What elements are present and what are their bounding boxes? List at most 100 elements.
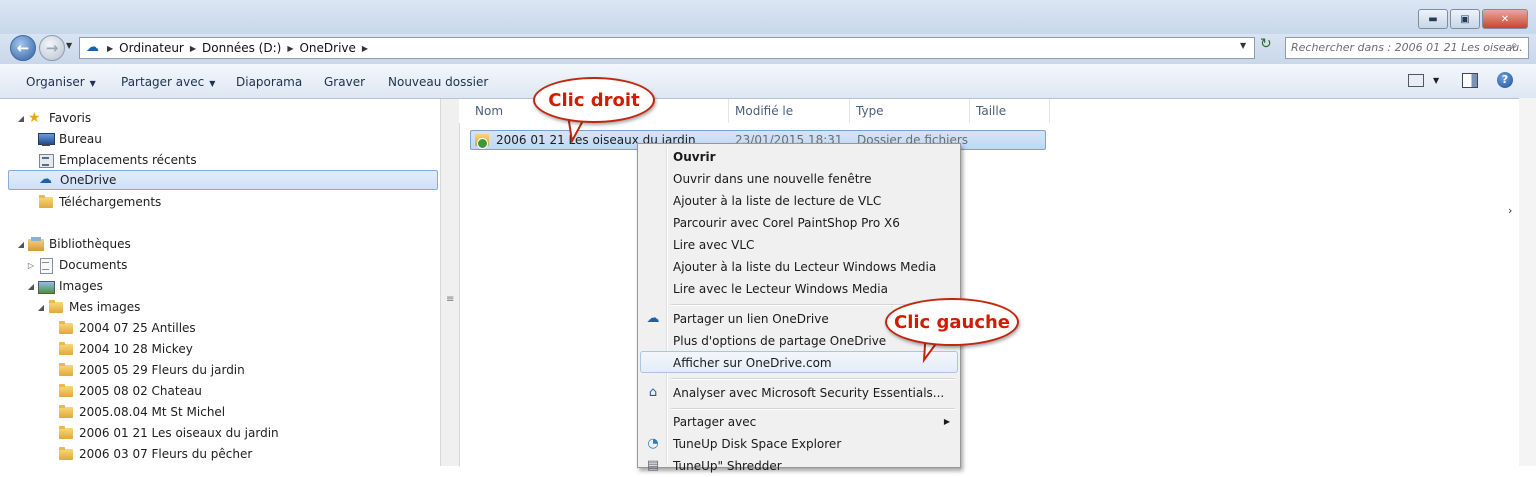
tree-folder[interactable]: 2005 08 02 Chateau [58, 381, 202, 401]
onedrive-icon: ☁ [39, 172, 52, 187]
command-bar: Organiser ▼ Partager avec ▼ Diaporama Grav… [0, 64, 1536, 99]
menu-item-vlc-liste[interactable]: Ajouter à la liste de lecture de VLC [640, 190, 958, 212]
menu-item-analyser-mse[interactable]: ⌂ Analyser avec Microsoft Security Essen… [640, 382, 958, 404]
tree-folder[interactable]: 2006 03 07 Fleurs du pêcher [58, 444, 252, 464]
menu-item-afficher-onedrive[interactable]: Afficher sur OneDrive.com [640, 351, 958, 373]
recent-places-icon [38, 153, 54, 168]
expand-arrow-icon[interactable]: ▷ [26, 261, 36, 270]
view-dropdown-icon[interactable]: ▼ [1433, 76, 1439, 85]
tree-telechargements[interactable]: Téléchargements [38, 192, 161, 212]
shredder-icon: ▤ [646, 458, 660, 473]
address-dropdown[interactable]: ▼ [1240, 41, 1246, 50]
menu-separator [671, 408, 955, 410]
folder-icon [58, 426, 74, 440]
chevron-down-icon: ▼ [209, 79, 216, 88]
breadcrumb-donnees[interactable]: Données (D:) [202, 41, 281, 55]
chevron-right-icon: ▶ [107, 43, 114, 53]
callout-clic-droit: Clic droit [533, 77, 655, 123]
pictures-icon [38, 279, 55, 294]
folder-icon [58, 321, 74, 335]
organiser-button[interactable]: Organiser ▼ [26, 75, 96, 89]
submenu-arrow-icon: ▶ [943, 417, 950, 426]
menu-item-corel[interactable]: Parcourir avec Corel PaintShop Pro X6 [640, 212, 958, 234]
collapse-arrow-icon[interactable]: ◢ [26, 282, 36, 291]
breadcrumb-ordinateur[interactable]: Ordinateur [119, 41, 184, 55]
recent-pages-dropdown[interactable]: ▼ [66, 41, 72, 50]
column-header-type[interactable]: Type [850, 99, 970, 123]
forward-arrow-icon: → [45, 39, 59, 57]
search-input[interactable] [1286, 38, 1528, 56]
tuneup-explorer-icon: ◔ [647, 436, 659, 451]
menu-item-lire-wmp[interactable]: Lire avec le Lecteur Windows Media [640, 278, 958, 300]
splitter-grip-icon[interactable]: ≡ [446, 294, 454, 305]
preview-pane-icon[interactable] [1462, 73, 1478, 88]
menu-item-ouvrir[interactable]: Ouvrir [640, 146, 958, 168]
pane-splitter[interactable] [440, 99, 460, 466]
tree-folder[interactable]: 2004 07 25 Antilles [58, 318, 196, 338]
diaporama-button[interactable]: Diaporama [236, 75, 302, 89]
collapse-arrow-icon[interactable]: ◢ [16, 240, 26, 249]
column-header-taille[interactable]: Taille [970, 99, 1050, 123]
back-button[interactable]: ← [10, 35, 36, 61]
folder-icon [58, 447, 74, 461]
menu-item-wmp-liste[interactable]: Ajouter à la liste du Lecteur Windows Me… [640, 256, 958, 278]
menu-item-tuneup-shredder[interactable]: ▤ TuneUp" Shredder [640, 455, 958, 477]
search-box[interactable] [1285, 37, 1529, 59]
forward-button[interactable]: → [39, 35, 65, 61]
minimize-button[interactable]: ▬ [1418, 9, 1448, 29]
menu-separator [671, 378, 955, 380]
menu-item-tuneup-explorer[interactable]: ◔ TuneUp Disk Space Explorer [640, 433, 958, 455]
chevron-right-icon: ▶ [361, 43, 369, 53]
folder-icon [475, 133, 490, 149]
close-button[interactable]: ✕ [1482, 9, 1528, 29]
refresh-icon[interactable]: ↻ [1260, 36, 1272, 52]
tree-documents[interactable]: ▷ Documents [26, 255, 127, 275]
tree-mes-images[interactable]: ◢ Mes images [36, 297, 140, 317]
scroll-right-icon[interactable]: › [1508, 204, 1512, 217]
onedrive-icon: ☁ [86, 40, 99, 55]
menu-item-lire-vlc[interactable]: Lire avec VLC [640, 234, 958, 256]
chevron-right-icon: ▶ [189, 43, 197, 53]
breadcrumb-onedrive[interactable]: OneDrive [299, 41, 355, 55]
downloads-folder-icon [38, 195, 54, 209]
search-icon[interactable]: ⌕ [1511, 38, 1518, 53]
address-bar[interactable]: ☁ ▶ Ordinateur ▶ Données (D:) ▶ OneDrive… [79, 37, 1255, 59]
tree-emplacements-recents[interactable]: Emplacements récents [38, 150, 197, 170]
navigation-pane: ◢ ★ Favoris Bureau Emplacements récents … [8, 99, 440, 466]
callout-clic-gauche: Clic gauche [885, 298, 1019, 346]
folder-icon [58, 384, 74, 398]
window-controls: ▬ ▣ ✕ [1416, 9, 1528, 29]
tree-bibliotheques[interactable]: ◢ Bibliothèques [16, 234, 131, 254]
desktop-icon [38, 132, 55, 146]
view-options-icon[interactable] [1408, 74, 1424, 87]
vertical-scrollbar[interactable] [1519, 98, 1536, 466]
menu-item-partager-avec[interactable]: Partager avec ▶ [640, 411, 958, 433]
folder-icon [58, 405, 74, 419]
partager-avec-button[interactable]: Partager avec ▼ [121, 75, 215, 89]
column-header-modifie[interactable]: Modifié le [729, 99, 850, 123]
chevron-right-icon: ▶ [287, 43, 294, 53]
folder-icon [48, 300, 64, 314]
help-icon[interactable]: ? [1497, 72, 1513, 88]
maximize-button[interactable]: ▣ [1450, 9, 1480, 29]
folder-icon [58, 363, 74, 377]
tree-folder[interactable]: 2005.08.04 Mt St Michel [58, 402, 225, 422]
back-arrow-icon: ← [16, 39, 30, 57]
tree-images[interactable]: ◢ Images [26, 276, 103, 296]
tree-folder[interactable]: 2006 01 21 Les oiseaux du jardin [58, 423, 279, 443]
tree-favoris[interactable]: ◢ ★ Favoris [16, 108, 91, 128]
libraries-icon [28, 237, 44, 251]
tree-onedrive[interactable]: ☁ OneDrive [8, 170, 438, 190]
tree-bureau[interactable]: Bureau [38, 129, 102, 149]
folder-icon [58, 342, 74, 356]
menu-item-ouvrir-nouvelle-fenetre[interactable]: Ouvrir dans une nouvelle fenêtre [640, 168, 958, 190]
star-icon: ★ [28, 110, 41, 126]
nouveau-dossier-button[interactable]: Nouveau dossier [388, 75, 488, 89]
chevron-down-icon: ▼ [89, 79, 96, 88]
collapse-arrow-icon[interactable]: ◢ [36, 303, 46, 312]
documents-icon [38, 258, 54, 274]
tree-folder[interactable]: 2004 10 28 Mickey [58, 339, 193, 359]
collapse-arrow-icon[interactable]: ◢ [16, 114, 26, 123]
graver-button[interactable]: Graver [324, 75, 365, 89]
tree-folder[interactable]: 2005 05 29 Fleurs du jardin [58, 360, 245, 380]
